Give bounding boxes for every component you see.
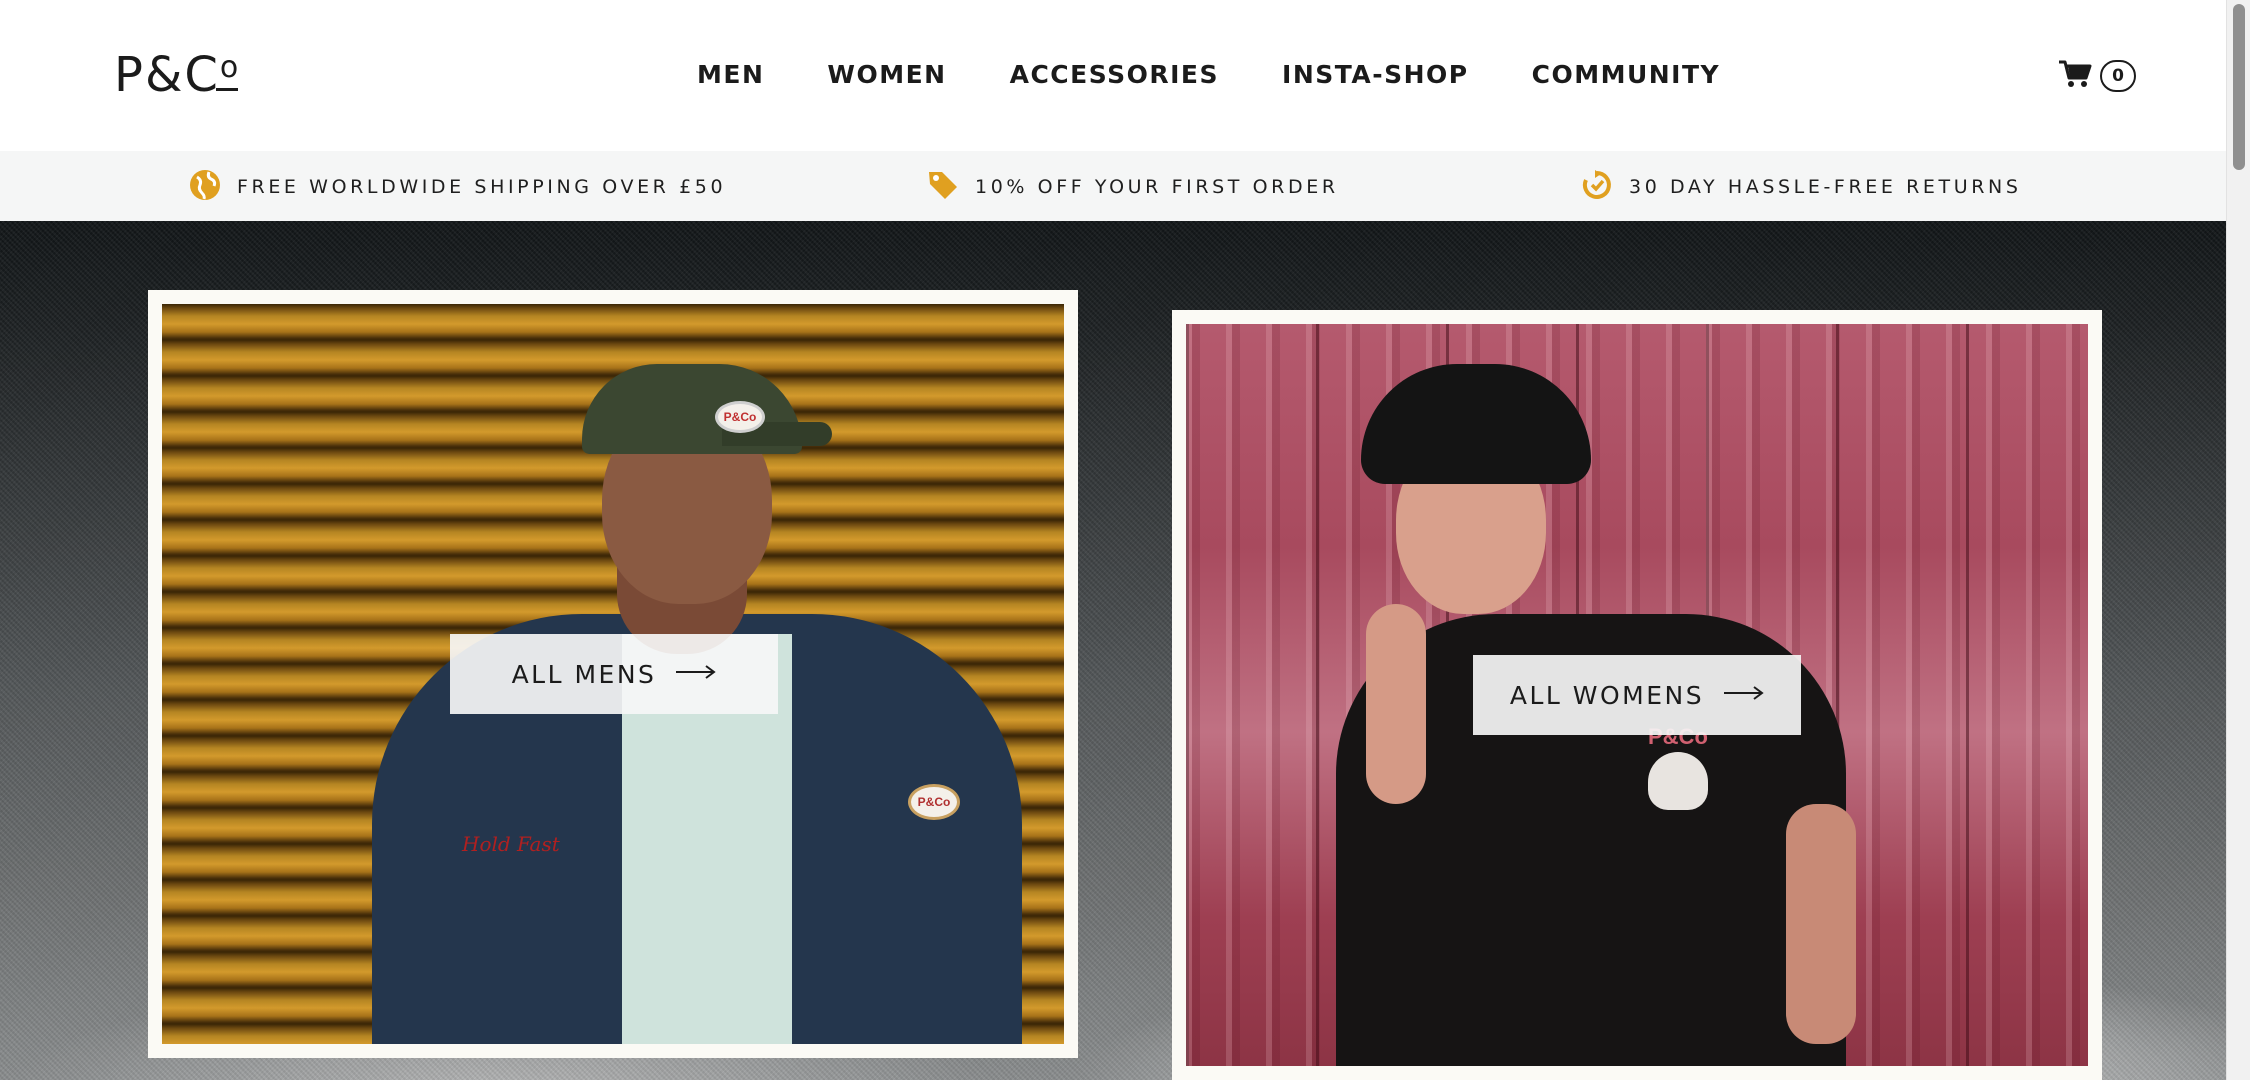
- main-nav: MEN WOMEN ACCESSORIES INSTA-SHOP COMMUNI…: [697, 60, 1720, 90]
- all-mens-label: ALL MENS: [511, 659, 657, 689]
- women-category-card[interactable]: P&Co ALL WOMENS: [1172, 310, 2102, 1080]
- raised-arm-shape: [1366, 604, 1426, 804]
- perk-shipping-text: FREE WORLDWIDE SHIPPING OVER £50: [237, 176, 727, 198]
- lower-arm-shape: [1786, 804, 1856, 1044]
- nav-item-accessories[interactable]: ACCESSORIES: [1010, 60, 1219, 90]
- skull-print-icon: [1648, 752, 1708, 810]
- nav-item-insta-shop[interactable]: INSTA-SHOP: [1282, 60, 1469, 90]
- nav-item-women[interactable]: WOMEN: [827, 60, 946, 90]
- jacket-badge: P&Co: [908, 784, 960, 820]
- brand-logo[interactable]: P&Co: [114, 50, 240, 100]
- cart-count-badge: 0: [2100, 60, 2136, 92]
- return-icon: [1581, 169, 1613, 206]
- cart-button[interactable]: 0: [2058, 58, 2136, 94]
- perk-returns: 30 DAY HASSLE-FREE RETURNS: [1581, 169, 2022, 206]
- men-category-card[interactable]: P&Co P&Co Hold Fast ALL MENS: [148, 290, 1078, 1058]
- site-header: P&Co MEN WOMEN ACCESSORIES INSTA-SHOP CO…: [0, 0, 2226, 151]
- logo-o: o: [219, 50, 241, 85]
- perk-discount: 10% OFF YOUR FIRST ORDER: [927, 170, 1339, 204]
- nav-item-community[interactable]: COMMUNITY: [1532, 60, 1721, 90]
- scrollbar-thumb[interactable]: [2233, 4, 2245, 170]
- beret-cap-shape: [1361, 364, 1591, 484]
- logo-text: P&C: [114, 47, 220, 103]
- logo-underline: [216, 88, 239, 91]
- tag-icon: [927, 169, 959, 206]
- arrow-right-icon: [1724, 685, 1764, 706]
- all-womens-label: ALL WOMENS: [1509, 680, 1705, 710]
- nav-item-men[interactable]: MEN: [697, 60, 764, 90]
- perks-bar: FREE WORLDWIDE SHIPPING OVER £50 10% OFF…: [0, 151, 2226, 221]
- perk-returns-text: 30 DAY HASSLE-FREE RETURNS: [1629, 176, 2022, 198]
- perk-discount-text: 10% OFF YOUR FIRST ORDER: [975, 176, 1339, 198]
- arrow-right-icon: [676, 664, 717, 685]
- cap-badge: P&Co: [715, 401, 765, 433]
- all-mens-button[interactable]: ALL MENS: [450, 634, 778, 714]
- jacket-script: Hold Fast: [462, 832, 560, 856]
- globe-icon: [189, 169, 221, 206]
- page-scrollbar[interactable]: [2226, 0, 2250, 1080]
- all-womens-button[interactable]: ALL WOMENS: [1473, 655, 1801, 735]
- cart-icon: [2058, 59, 2092, 94]
- perk-shipping: FREE WORLDWIDE SHIPPING OVER £50: [189, 169, 727, 206]
- hero-section: P&Co P&Co Hold Fast ALL MENS P&Co ALL WO…: [0, 221, 2226, 1080]
